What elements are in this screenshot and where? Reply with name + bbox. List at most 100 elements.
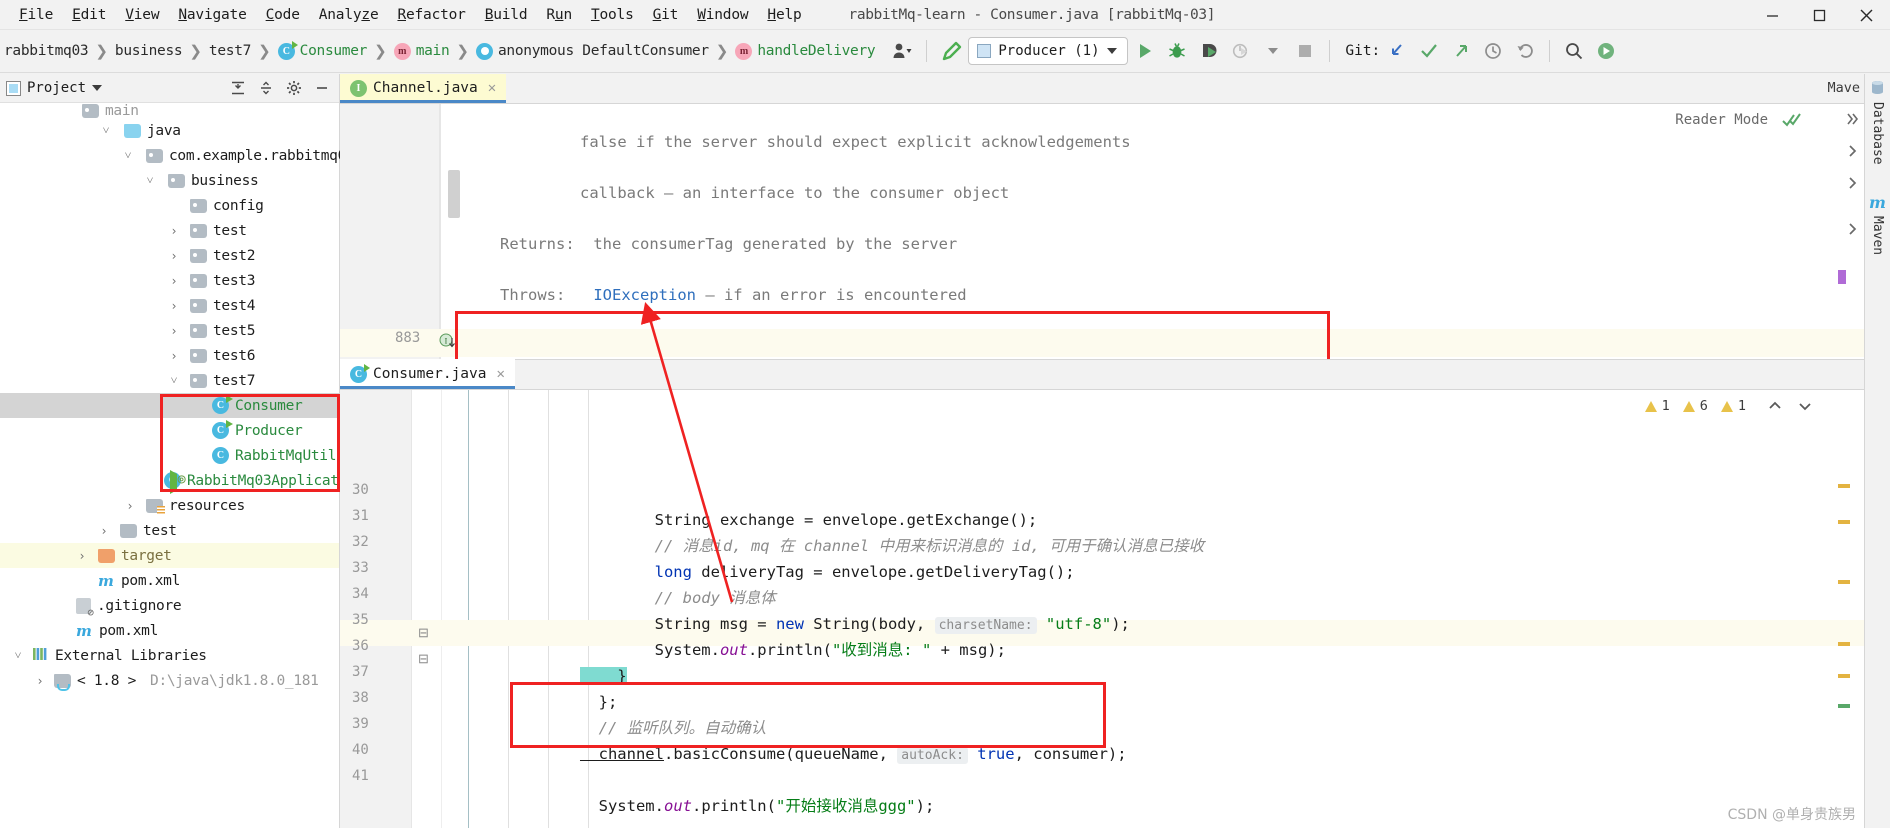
- chevron-right-icon[interactable]: [1846, 220, 1860, 241]
- chevron-right-icon[interactable]: ›: [122, 499, 138, 513]
- chevron-right-icon[interactable]: ›: [74, 549, 90, 563]
- close-tab-icon[interactable]: ✕: [488, 80, 496, 96]
- breadcrumb-item-project[interactable]: rabbitmq03: [2, 43, 90, 59]
- fold-end-icon[interactable]: ⊟: [418, 651, 429, 667]
- inspection-marker[interactable]: [1838, 642, 1850, 646]
- menu-code[interactable]: Code: [257, 3, 309, 27]
- editor-gutter-top[interactable]: [340, 104, 440, 359]
- debug-icon[interactable]: [1162, 36, 1192, 66]
- menu-build[interactable]: Build: [476, 3, 537, 27]
- chevron-right-icon[interactable]: [1846, 174, 1860, 195]
- tree-node-jdk[interactable]: › < 1.8 > D:\java\jdk1.8.0_181: [0, 668, 339, 693]
- menu-analyze[interactable]: Analyze: [310, 3, 388, 27]
- breadcrumb-item-business[interactable]: business: [113, 43, 184, 59]
- hide-tool-window-icon[interactable]: [311, 77, 333, 99]
- breadcrumb-item-handledelivery[interactable]: m handleDelivery: [733, 42, 877, 60]
- chevron-down-icon[interactable]: ˅: [10, 648, 26, 663]
- inspection-marker[interactable]: [1838, 674, 1850, 678]
- tree-node-main[interactable]: main: [0, 104, 339, 118]
- profiler-dropdown-icon[interactable]: [1258, 36, 1288, 66]
- tree-node-external-libraries[interactable]: ˅ External Libraries: [0, 643, 339, 668]
- inspection-marker[interactable]: [1838, 484, 1850, 488]
- breadcrumb-item-consumer[interactable]: C Consumer: [276, 40, 369, 60]
- chevron-right-icon[interactable]: ›: [166, 224, 182, 238]
- gear-icon[interactable]: [283, 77, 305, 99]
- maven-panel-label-clipped[interactable]: Mave: [1827, 80, 1860, 96]
- build-hammer-icon[interactable]: [936, 36, 966, 66]
- tree-node-resources[interactable]: › resources: [0, 493, 339, 518]
- breadcrumb-item-test7[interactable]: test7: [207, 43, 253, 59]
- tree-node-gitignore[interactable]: .gitignore: [0, 593, 339, 619]
- close-tab-icon[interactable]: ✕: [497, 366, 505, 382]
- tree-node-test5[interactable]: › test5: [0, 318, 339, 343]
- implementing-method-icon[interactable]: I: [439, 333, 456, 350]
- menu-file[interactable]: File: [10, 3, 62, 27]
- run-with-coverage-icon[interactable]: [1194, 36, 1224, 66]
- menu-tools[interactable]: Tools: [582, 3, 643, 27]
- menu-refactor[interactable]: Refactor: [388, 3, 474, 27]
- reader-mode-label[interactable]: Reader Mode: [1675, 112, 1768, 128]
- tree-node-test2[interactable]: › test2: [0, 243, 339, 268]
- inspections-ok-icon[interactable]: [1782, 112, 1802, 131]
- fold-end-icon[interactable]: ⊟: [418, 625, 429, 641]
- menu-view[interactable]: View: [116, 3, 168, 27]
- tree-node-target[interactable]: › target: [0, 543, 339, 568]
- chevron-down-icon[interactable]: ˅: [98, 123, 114, 138]
- expand-all-icon[interactable]: [227, 77, 249, 99]
- tree-node-rabbitmqutil[interactable]: C RabbitMqUtil: [0, 443, 339, 468]
- menu-navigate[interactable]: Navigate: [169, 3, 255, 27]
- menu-window[interactable]: Window: [688, 3, 757, 27]
- tree-node-config[interactable]: config: [0, 193, 339, 218]
- menu-run[interactable]: Run: [537, 3, 581, 27]
- tree-node-test[interactable]: › test: [0, 218, 339, 243]
- tree-node-pom-module[interactable]: m pom.xml: [0, 568, 339, 593]
- chevron-right-icon[interactable]: ›: [166, 349, 182, 363]
- close-icon[interactable]: [1843, 0, 1890, 30]
- chevron-down-icon[interactable]: ˅: [166, 373, 182, 388]
- code-line-41[interactable]: System.out.println("开始接收消息ggg");: [468, 768, 935, 828]
- inspection-status[interactable]: 1 6 1: [1644, 398, 1746, 414]
- menu-help[interactable]: Help: [758, 3, 810, 27]
- next-problem-icon[interactable]: [1796, 398, 1814, 417]
- run-configuration-selector[interactable]: Producer (1): [968, 37, 1129, 65]
- tree-node-pom-root[interactable]: m pom.xml: [0, 618, 339, 643]
- history-icon[interactable]: [1478, 36, 1508, 66]
- vcs-change-marker[interactable]: [1838, 704, 1850, 708]
- chevron-right-icon[interactable]: ›: [166, 299, 182, 313]
- chevron-right-icon[interactable]: [1846, 142, 1860, 163]
- stop-icon[interactable]: [1290, 36, 1320, 66]
- rollback-icon[interactable]: [1510, 36, 1540, 66]
- menu-git[interactable]: Git: [644, 3, 688, 27]
- tree-node-package-root[interactable]: ˅ com.example.rabbitmq03: [0, 143, 355, 168]
- tree-node-test4[interactable]: › test4: [0, 293, 339, 318]
- user-profile-icon[interactable]: [887, 36, 917, 66]
- ide-assistant-icon[interactable]: [1591, 36, 1621, 66]
- minimize-icon[interactable]: [1749, 0, 1796, 30]
- inspection-marker[interactable]: [1838, 580, 1850, 584]
- code-line-883[interactable]: String basicConsume(String queue, boolea…: [483, 330, 1407, 359]
- javadoc-link-ioexception[interactable]: IOException: [593, 286, 696, 304]
- tool-button-database[interactable]: Database: [1870, 80, 1885, 165]
- tool-button-maven[interactable]: m Maven: [1869, 193, 1886, 255]
- tree-node-producer[interactable]: C Producer: [0, 418, 339, 443]
- chevron-down-icon[interactable]: ˅: [120, 148, 136, 163]
- tree-node-test6[interactable]: › test6: [0, 343, 339, 368]
- expand-editor-icon[interactable]: [1844, 110, 1862, 128]
- profiler-icon[interactable]: [1226, 36, 1256, 66]
- chevron-right-icon[interactable]: ›: [32, 674, 48, 688]
- breadcrumb-item-anonymous[interactable]: anonymous DefaultConsumer: [474, 42, 711, 60]
- collapse-all-icon[interactable]: [255, 77, 277, 99]
- breadcrumb-item-main[interactable]: m main: [392, 42, 452, 60]
- chevron-right-icon[interactable]: ›: [96, 524, 112, 538]
- chevron-right-icon[interactable]: ›: [166, 324, 182, 338]
- commit-icon[interactable]: [1414, 36, 1444, 66]
- tree-node-test3[interactable]: › test3: [0, 268, 339, 293]
- tab-channel-java[interactable]: I Channel.java ✕: [340, 74, 507, 103]
- tree-node-test-root[interactable]: › test: [0, 518, 339, 543]
- search-icon[interactable]: [1559, 36, 1589, 66]
- chevron-right-icon[interactable]: ›: [166, 274, 182, 288]
- tree-node-business[interactable]: ˅ business: [0, 168, 339, 193]
- maximize-icon[interactable]: [1796, 0, 1843, 30]
- tree-node-rabbitmq03application[interactable]: C RabbitMq03Application: [0, 468, 364, 494]
- update-project-icon[interactable]: [1382, 36, 1412, 66]
